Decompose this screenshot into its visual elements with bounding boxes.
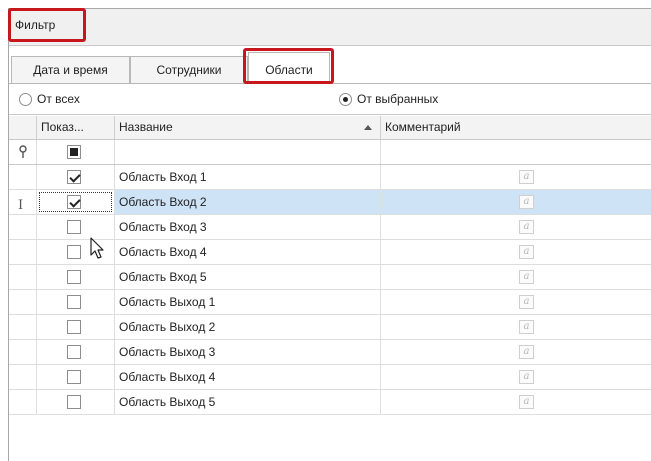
table-row[interactable]: Область Вход 5 a — [9, 265, 651, 290]
column-header-comment[interactable]: Комментарий — [381, 116, 651, 139]
row-indicator — [9, 365, 37, 389]
text-cursor-icon: I — [18, 198, 24, 213]
comment-cell[interactable]: a — [381, 240, 651, 264]
memo-edit-icon[interactable]: a — [519, 170, 534, 184]
focus-rectangle — [39, 192, 112, 212]
tab-employees[interactable]: Сотрудники — [130, 56, 248, 83]
area-name-cell[interactable]: Область Выход 4 — [115, 365, 381, 389]
show-cell — [37, 265, 115, 289]
tab-label: Сотрудники — [156, 63, 222, 77]
tab-date-time[interactable]: Дата и время — [11, 56, 130, 83]
memo-edit-icon[interactable]: a — [519, 295, 534, 309]
area-name-cell[interactable]: Область Выход 5 — [115, 390, 381, 414]
area-name-cell[interactable]: Область Вход 5 — [115, 265, 381, 289]
row-indicator — [9, 390, 37, 414]
show-checkbox[interactable] — [67, 295, 81, 309]
show-checkbox[interactable] — [67, 345, 81, 359]
memo-edit-icon[interactable]: a — [519, 345, 534, 359]
filter-title-highlight — [8, 8, 86, 42]
tab-bar: Дата и время Сотрудники Области — [9, 46, 651, 84]
row-indicator — [9, 215, 37, 239]
comment-cell[interactable]: a — [381, 290, 651, 314]
column-header-name-label: Название — [119, 120, 173, 134]
area-name-cell[interactable]: Область Вход 4 — [115, 240, 381, 264]
pin-icon — [19, 145, 27, 158]
filter-panel: Фильтр Дата и время Сотрудники Области О… — [8, 8, 651, 461]
memo-edit-icon[interactable]: a — [519, 370, 534, 384]
column-header-show[interactable]: Показ... — [37, 116, 115, 139]
comment-cell[interactable]: a — [381, 315, 651, 339]
show-cell — [37, 165, 115, 189]
name-filter-cell[interactable] — [115, 140, 381, 164]
grid-header: Показ... Название Комментарий — [9, 116, 651, 140]
radio-all[interactable] — [19, 93, 32, 106]
radio-all-label[interactable]: От всех — [37, 92, 80, 106]
comment-cell[interactable]: a — [381, 165, 651, 189]
table-row[interactable]: Область Выход 4 a — [9, 365, 651, 390]
area-name-cell[interactable]: Область Вход 1 — [115, 165, 381, 189]
sort-ascending-icon — [364, 125, 372, 130]
table-row[interactable]: Область Выход 5 a — [9, 390, 651, 415]
radio-selected[interactable] — [339, 93, 352, 106]
row-indicator — [9, 290, 37, 314]
table-row[interactable]: Область Вход 1 a — [9, 165, 651, 190]
area-name-cell[interactable]: Область Выход 1 — [115, 290, 381, 314]
radio-bar: От всех От выбранных — [9, 85, 651, 115]
show-checkbox[interactable] — [67, 170, 81, 184]
comment-cell[interactable]: a — [381, 265, 651, 289]
show-cell — [37, 390, 115, 414]
area-name-cell[interactable]: Область Вход 3 — [115, 215, 381, 239]
row-indicator — [9, 240, 37, 264]
comment-cell[interactable]: a — [381, 390, 651, 414]
row-indicator — [9, 140, 37, 164]
row-indicator — [9, 265, 37, 289]
tab-areas-highlight — [243, 48, 334, 84]
row-indicator-header — [9, 116, 37, 139]
row-indicator — [9, 165, 37, 189]
show-cell — [37, 290, 115, 314]
memo-edit-icon[interactable]: a — [519, 195, 534, 209]
table-row[interactable]: Область Выход 1 a — [9, 290, 651, 315]
show-cell — [37, 340, 115, 364]
comment-cell[interactable]: a — [381, 340, 651, 364]
memo-edit-icon[interactable]: a — [519, 220, 534, 234]
auto-filter-row — [9, 140, 651, 165]
table-row[interactable]: I Область Вход 2 a — [9, 190, 651, 215]
table-row[interactable]: Область Выход 2 a — [9, 315, 651, 340]
column-header-name[interactable]: Название — [115, 116, 381, 139]
area-name-cell[interactable]: Область Выход 2 — [115, 315, 381, 339]
select-all-checkbox[interactable] — [67, 145, 81, 159]
row-indicator — [9, 315, 37, 339]
area-name-cell[interactable]: Область Выход 3 — [115, 340, 381, 364]
area-name-cell[interactable]: Область Вход 2 — [115, 190, 381, 214]
memo-edit-icon[interactable]: a — [519, 320, 534, 334]
select-all-cell — [37, 140, 115, 164]
show-checkbox[interactable] — [67, 270, 81, 284]
show-cell — [37, 315, 115, 339]
comment-cell[interactable]: a — [381, 190, 651, 214]
memo-edit-icon[interactable]: a — [519, 395, 534, 409]
show-checkbox[interactable] — [67, 220, 81, 234]
filter-header: Фильтр — [8, 8, 651, 46]
comment-cell[interactable]: a — [381, 215, 651, 239]
tab-label: Дата и время — [33, 63, 108, 77]
comment-cell[interactable]: a — [381, 365, 651, 389]
show-cell — [37, 215, 115, 239]
memo-edit-icon[interactable]: a — [519, 270, 534, 284]
show-checkbox[interactable] — [67, 320, 81, 334]
comment-filter-cell[interactable] — [381, 140, 651, 164]
radio-selected-label[interactable]: От выбранных — [357, 92, 438, 106]
areas-grid: Показ... Название Комментарий Область Вх… — [9, 116, 651, 461]
mouse-cursor-icon — [90, 237, 104, 259]
show-cell — [37, 365, 115, 389]
row-indicator — [9, 340, 37, 364]
show-checkbox[interactable] — [67, 395, 81, 409]
show-checkbox[interactable] — [67, 245, 81, 259]
show-cell — [37, 190, 115, 214]
show-checkbox[interactable] — [67, 370, 81, 384]
memo-edit-icon[interactable]: a — [519, 245, 534, 259]
table-row[interactable]: Область Выход 3 a — [9, 340, 651, 365]
row-indicator: I — [9, 190, 37, 214]
